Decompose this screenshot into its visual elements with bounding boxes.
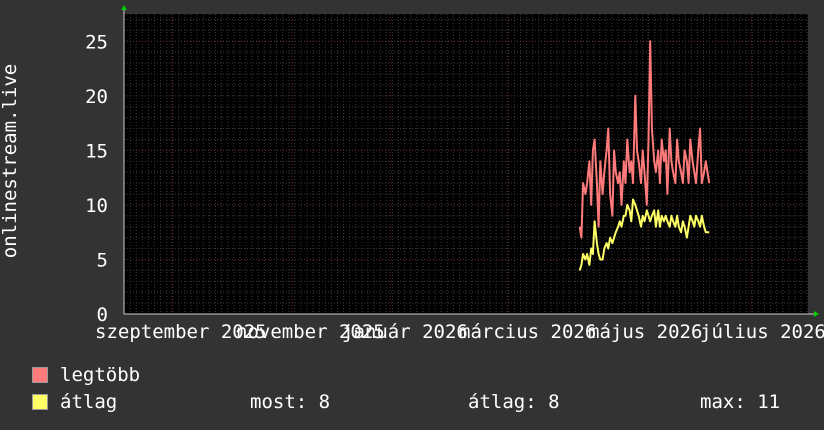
- x-tick-label: május 2026: [588, 321, 702, 343]
- y-axis-label: onlinestream.live: [0, 63, 21, 259]
- y-tick-label: 25: [85, 31, 108, 53]
- stat-max: max: 11: [700, 391, 781, 413]
- x-tick-label: július 2026: [700, 321, 824, 343]
- avg-series-swatch: [32, 394, 48, 410]
- max-series-swatch: [32, 367, 48, 383]
- y-axis-arrow-icon: [121, 5, 127, 10]
- legend-item-max: legtöbb: [32, 364, 140, 386]
- y-tick-label: 10: [85, 195, 108, 217]
- legend-avg-label: átlag: [60, 391, 118, 413]
- legend-max-label: legtöbb: [60, 364, 141, 386]
- legend-item-avg: átlag: [32, 391, 117, 413]
- stat-average: átlag: 8: [468, 391, 560, 413]
- stat-now: most: 8: [250, 391, 331, 413]
- y-tick-label: 20: [85, 86, 108, 108]
- x-tick-label: március 2026: [459, 321, 596, 343]
- chart-plot-area: 0510152025szeptember 2025november 2025ja…: [85, 5, 824, 343]
- x-axis-arrow-icon: [814, 311, 819, 317]
- y-tick-label: 5: [97, 249, 108, 271]
- y-tick-label: 15: [85, 140, 108, 162]
- x-tick-label: január 2026: [342, 321, 468, 343]
